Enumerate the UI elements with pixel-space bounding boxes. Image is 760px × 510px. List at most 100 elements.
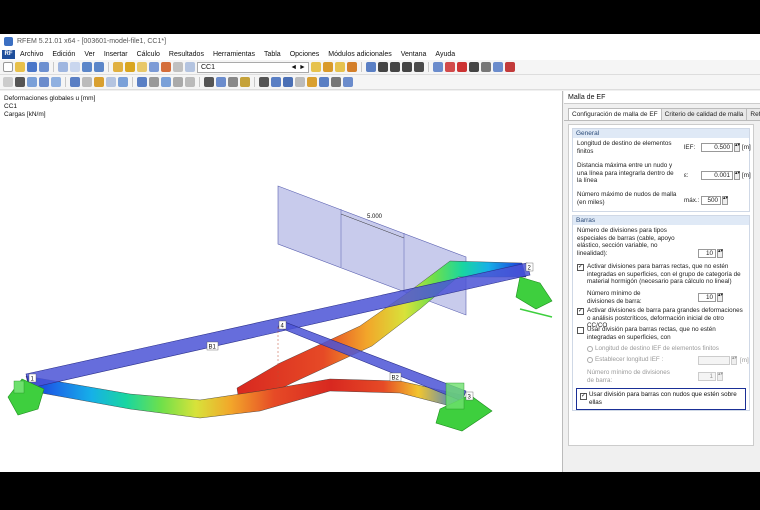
- target-length-spinner[interactable]: ▴▾: [734, 143, 740, 152]
- menu-ver[interactable]: Ver: [84, 51, 95, 58]
- divide-icon[interactable]: [185, 77, 195, 87]
- visibility-icon[interactable]: [295, 77, 305, 87]
- select-icon[interactable]: [366, 62, 376, 72]
- zoom-icon[interactable]: [493, 62, 503, 72]
- pointer-icon[interactable]: [3, 77, 13, 87]
- scale-objects-icon[interactable]: [173, 77, 183, 87]
- establish-length-input[interactable]: [698, 356, 730, 365]
- load-icon[interactable]: [94, 77, 104, 87]
- menu-archivo[interactable]: Archivo: [20, 51, 43, 58]
- dimension-icon[interactable]: [259, 77, 269, 87]
- max-nodes-spinner[interactable]: ▴▾: [722, 196, 728, 205]
- comment-icon[interactable]: [271, 77, 281, 87]
- radio-establish-length[interactable]: [587, 357, 593, 363]
- model-3d-view[interactable]: 5.000 1 2 3 4 B1 B2: [0, 91, 563, 472]
- panel-icon[interactable]: [185, 62, 195, 72]
- tab-refinement[interactable]: Refinam: [746, 108, 760, 120]
- hinge-icon[interactable]: [82, 77, 92, 87]
- menu-resultados[interactable]: Resultados: [169, 51, 204, 58]
- redo-icon[interactable]: [94, 62, 104, 72]
- copy-move-icon[interactable]: [137, 77, 147, 87]
- node-icon[interactable]: [15, 77, 25, 87]
- table-icon[interactable]: [173, 62, 183, 72]
- view-x-icon[interactable]: [378, 62, 388, 72]
- activate-large-checkbox[interactable]: ✓: [577, 308, 584, 315]
- max-distance-spinner[interactable]: ▴▾: [734, 171, 740, 180]
- menu-insertar[interactable]: Insertar: [104, 51, 128, 58]
- rotate-icon[interactable]: [433, 62, 443, 72]
- menu-opciones[interactable]: Opciones: [290, 51, 320, 58]
- navigator-icon[interactable]: [319, 77, 329, 87]
- rotate-objects-icon[interactable]: [149, 77, 159, 87]
- surface-icon[interactable]: [51, 77, 61, 87]
- load-data-icon[interactable]: [125, 62, 135, 72]
- min-divisions-label: Número mínimo de divisiones de barra:: [587, 290, 642, 305]
- menu-calculo[interactable]: Cálculo: [137, 51, 160, 58]
- min-divisions2-spinner[interactable]: ▴▾: [717, 372, 723, 381]
- measure-icon[interactable]: [505, 62, 515, 72]
- menu-ayuda[interactable]: Ayuda: [435, 51, 455, 58]
- view-y-icon[interactable]: [390, 62, 400, 72]
- model-data-icon[interactable]: [113, 62, 123, 72]
- establish-length-spinner[interactable]: ▴▾: [731, 356, 737, 365]
- snap-icon[interactable]: [118, 77, 128, 87]
- results-toggle-icon[interactable]: [311, 62, 321, 72]
- menu-edicion[interactable]: Edición: [52, 51, 75, 58]
- render-icon[interactable]: [216, 77, 226, 87]
- member-icon[interactable]: [39, 77, 49, 87]
- divisions-input[interactable]: 10: [698, 249, 716, 258]
- min-divisions2-input[interactable]: 1: [698, 372, 716, 381]
- tab-mesh-settings[interactable]: Configuración de malla de EF: [568, 108, 662, 120]
- deformation-icon[interactable]: [323, 62, 333, 72]
- support-icon[interactable]: [70, 77, 80, 87]
- grid-icon[interactable]: [106, 77, 116, 87]
- app-icon: [4, 36, 13, 46]
- new-file-icon[interactable]: [3, 62, 13, 72]
- scale-icon[interactable]: [347, 62, 357, 72]
- model-viewport[interactable]: Deformaciones globales u [mm] CC1 Cargas…: [0, 91, 563, 472]
- activate-straight-checkbox[interactable]: ✓: [577, 264, 584, 271]
- color-icon[interactable]: [240, 77, 250, 87]
- menu-herramientas[interactable]: Herramientas: [213, 51, 255, 58]
- filter-icon[interactable]: [469, 62, 479, 72]
- min-divisions-spinner[interactable]: ▴▾: [717, 293, 723, 302]
- calculate-icon[interactable]: [149, 62, 159, 72]
- show-results-icon[interactable]: [161, 62, 171, 72]
- radio-target-length[interactable]: [587, 346, 593, 352]
- wireframe-icon[interactable]: [204, 77, 214, 87]
- menu-modulos-adicionales[interactable]: Módulos adicionales: [328, 51, 391, 58]
- mirror-icon[interactable]: [161, 77, 171, 87]
- save-icon[interactable]: [27, 62, 37, 72]
- load-case-select[interactable]: CC1 ◄ ►: [197, 61, 309, 73]
- section-icon[interactable]: [481, 62, 491, 72]
- line-icon[interactable]: [27, 77, 37, 87]
- table-toggle-icon[interactable]: [331, 77, 341, 87]
- undo-icon[interactable]: [82, 62, 92, 72]
- max-nodes-input[interactable]: 500: [701, 196, 721, 205]
- toolbar-separator: [108, 62, 109, 72]
- menu-tabla[interactable]: Tabla: [264, 51, 281, 58]
- open-folder-icon[interactable]: [15, 62, 25, 72]
- paste-icon[interactable]: [70, 62, 80, 72]
- info-icon[interactable]: [343, 77, 353, 87]
- max-distance-symbol: ε:: [684, 172, 689, 179]
- view-iso-icon[interactable]: [414, 62, 424, 72]
- copy-icon[interactable]: [58, 62, 68, 72]
- menu-ventana[interactable]: Ventana: [401, 51, 427, 58]
- use-nodes-checkbox[interactable]: ✓: [580, 393, 587, 400]
- divisions-spinner[interactable]: ▴▾: [717, 249, 723, 258]
- results-icon[interactable]: [137, 62, 147, 72]
- print-icon[interactable]: [39, 62, 49, 72]
- warning-icon[interactable]: [445, 62, 455, 72]
- values-icon[interactable]: [335, 62, 345, 72]
- min-divisions-input[interactable]: 10: [698, 293, 716, 302]
- use-division-checkbox[interactable]: [577, 327, 584, 334]
- target-length-input[interactable]: 0.500: [701, 143, 733, 152]
- perspective-icon[interactable]: [228, 77, 238, 87]
- tab-mesh-quality[interactable]: Criterio de calidad de malla: [660, 108, 748, 120]
- max-distance-input[interactable]: 0.001: [701, 171, 733, 180]
- guideline-icon[interactable]: [283, 77, 293, 87]
- panel-toggle-icon[interactable]: [307, 77, 317, 87]
- delete-icon[interactable]: [457, 62, 467, 72]
- view-z-icon[interactable]: [402, 62, 412, 72]
